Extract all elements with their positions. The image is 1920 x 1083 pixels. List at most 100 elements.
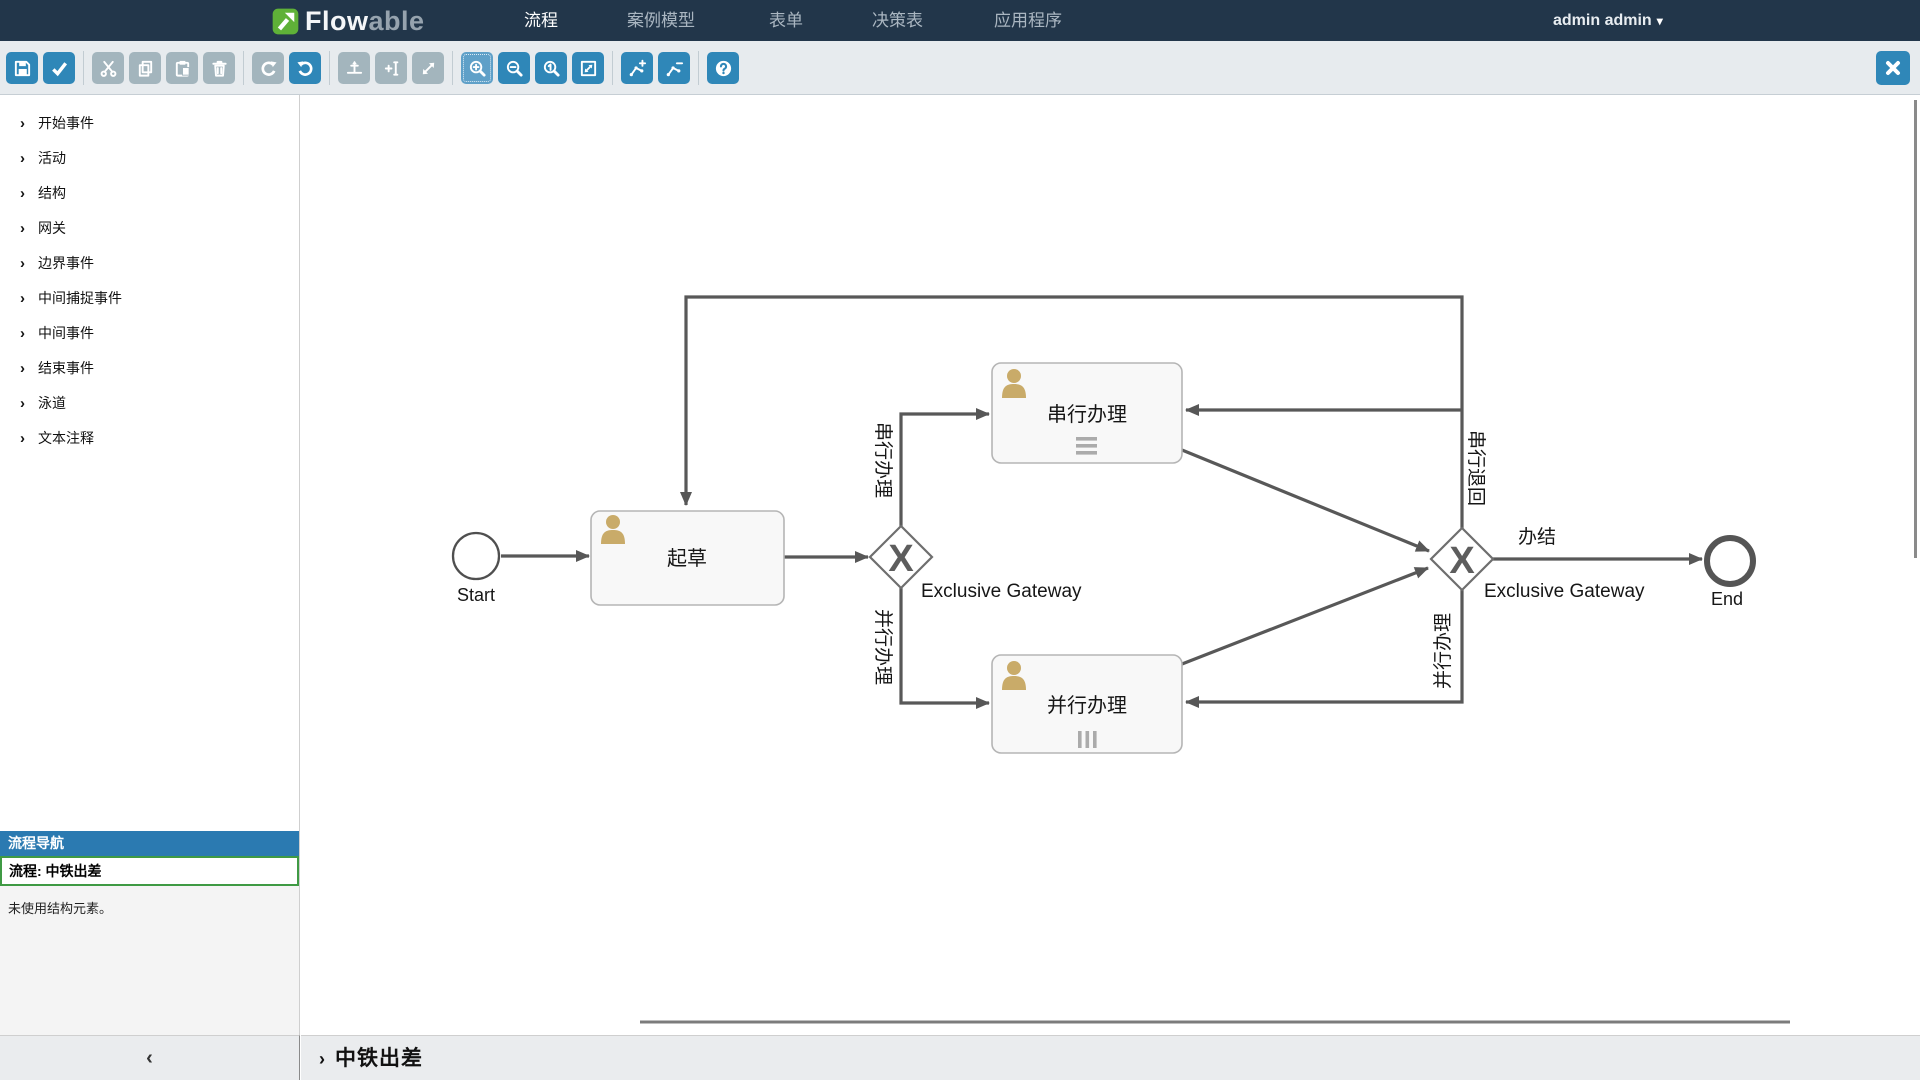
copy-button[interactable] [129, 52, 161, 84]
gateway-x-marker: X [1449, 540, 1475, 582]
gateway-split-label: Exclusive Gateway [921, 581, 1082, 602]
toolbar-separator [612, 51, 613, 85]
process-title-bar: › 中铁出差 [301, 1035, 1920, 1080]
end-event[interactable] [1707, 538, 1753, 584]
flow-parallel-to-join[interactable] [1182, 568, 1428, 664]
paste-button[interactable] [166, 52, 198, 84]
palette-item-gateways[interactable]: ›网关 [0, 211, 299, 246]
flow-label-to-parallel: 并行办理 [872, 609, 894, 685]
start-event[interactable] [453, 533, 499, 579]
trash-icon [210, 59, 229, 78]
palette-item-text-annotation[interactable]: ›文本注释 [0, 421, 299, 456]
sidebar-collapse-bar[interactable]: ‹ [0, 1035, 300, 1080]
chevron-right-icon: › [20, 316, 25, 351]
task-draft-label: 起草 [667, 547, 707, 570]
tab-apps[interactable]: 应用程序 [994, 0, 1062, 41]
flow-label-to-serial: 串行办理 [872, 422, 894, 498]
gateway-join-label: Exclusive Gateway [1484, 581, 1645, 602]
palette-sidebar: ›开始事件 ›活动 ›结构 ›网关 ›边界事件 ›中间捕捉事件 ›中间事件 ›结… [0, 95, 300, 1035]
chevron-right-icon[interactable]: › [319, 1049, 325, 1069]
align-vertical-icon [345, 59, 364, 78]
flow-label-parallel-return: 并行办理 [1432, 613, 1454, 689]
caret-down-icon: ▾ [1657, 14, 1663, 28]
cut-button[interactable] [92, 52, 124, 84]
align-vertical-button[interactable] [338, 52, 370, 84]
zoom-in-button[interactable] [461, 52, 493, 84]
start-event-label: Start [457, 585, 495, 605]
save-button[interactable] [6, 52, 38, 84]
palette-item-structural[interactable]: ›结构 [0, 176, 299, 211]
zoom-out-button[interactable] [498, 52, 530, 84]
save-icon [13, 59, 32, 78]
undo-button[interactable] [289, 52, 321, 84]
bpmn-diagram: Start 起草 串行办理 并行办理 [300, 95, 1920, 1035]
toolbar-separator [83, 51, 84, 85]
zoom-in-icon [468, 59, 487, 78]
close-editor-button[interactable] [1876, 51, 1910, 85]
flow-label-serial-return: 串行退回 [1465, 430, 1487, 506]
delete-button[interactable] [203, 52, 235, 84]
chevron-right-icon: › [20, 421, 25, 456]
process-navigator-empty-message: 未使用结构元素。 [0, 886, 299, 929]
gateway-x-marker: X [888, 538, 914, 580]
collapse-left-icon: ‹ [146, 1047, 153, 1069]
palette-item-intermediate-catching-events[interactable]: ›中间捕捉事件 [0, 281, 299, 316]
tab-forms[interactable]: 表单 [769, 0, 803, 41]
flow-gateway-to-serial[interactable] [901, 414, 989, 526]
redo-icon [259, 59, 278, 78]
tab-processes[interactable]: 流程 [524, 0, 558, 41]
remove-bendpoint-icon [665, 59, 684, 78]
chevron-right-icon: › [20, 246, 25, 281]
same-size-button[interactable] [412, 52, 444, 84]
resize-diagonal-icon [419, 59, 438, 78]
editor-toolbar [0, 41, 1920, 95]
undo-icon [296, 59, 315, 78]
chevron-right-icon: › [20, 211, 25, 246]
chevron-right-icon: › [20, 176, 25, 211]
palette-item-intermediate-events[interactable]: ›中间事件 [0, 316, 299, 351]
process-navigator-header: 流程导航 [0, 831, 299, 856]
redo-button[interactable] [252, 52, 284, 84]
toolbar-separator [452, 51, 453, 85]
tab-decision-tables[interactable]: 决策表 [872, 0, 923, 41]
parallel-multi-instance-icon [1078, 731, 1097, 748]
canvas-vertical-scrollbar[interactable] [1914, 100, 1917, 558]
flow-gateway-to-parallel[interactable] [901, 588, 989, 703]
process-navigator-panel: 流程导航 流程: 中铁出差 未使用结构元素。 [0, 831, 299, 1035]
remove-bendpoint-button[interactable] [658, 52, 690, 84]
validate-button[interactable] [43, 52, 75, 84]
palette-list: ›开始事件 ›活动 ›结构 ›网关 ›边界事件 ›中间捕捉事件 ›中间事件 ›结… [0, 95, 299, 456]
align-horizontal-button[interactable] [375, 52, 407, 84]
diagram-canvas[interactable]: Start 起草 串行办理 并行办理 [300, 95, 1920, 1035]
process-navigator-current[interactable]: 流程: 中铁出差 [0, 856, 299, 886]
tab-case-models[interactable]: 案例模型 [627, 0, 695, 41]
palette-item-end-events[interactable]: ›结束事件 [0, 351, 299, 386]
palette-item-boundary-events[interactable]: ›边界事件 [0, 246, 299, 281]
help-icon [714, 59, 733, 78]
palette-item-start-events[interactable]: ›开始事件 [0, 106, 299, 141]
palette-item-activities[interactable]: ›活动 [0, 141, 299, 176]
chevron-right-icon: › [20, 281, 25, 316]
process-title: 中铁出差 [335, 1047, 423, 1070]
flowable-logo-text: Flowable [305, 6, 425, 37]
zoom-out-icon [505, 59, 524, 78]
add-bendpoint-icon [628, 59, 647, 78]
palette-item-swimlanes[interactable]: ›泳道 [0, 386, 299, 421]
sequential-multi-instance-icon [1076, 437, 1097, 455]
zoom-actual-button[interactable] [535, 52, 567, 84]
toolbar-separator [243, 51, 244, 85]
chevron-right-icon: › [20, 351, 25, 386]
zoom-actual-icon [542, 59, 561, 78]
add-bendpoint-button[interactable] [621, 52, 653, 84]
top-navbar: Flowable 流程 案例模型 表单 决策表 应用程序 admin admin… [0, 0, 1920, 41]
chevron-right-icon: › [20, 106, 25, 141]
task-parallel-label: 并行办理 [1047, 694, 1127, 717]
flow-serial-to-join[interactable] [1182, 450, 1429, 551]
toolbar-separator [698, 51, 699, 85]
flowable-logo-icon [272, 8, 299, 35]
scissors-icon [99, 59, 118, 78]
help-button[interactable] [707, 52, 739, 84]
chevron-right-icon: › [20, 386, 25, 421]
zoom-fit-button[interactable] [572, 52, 604, 84]
user-menu[interactable]: admin admin▾ [1553, 0, 1663, 41]
